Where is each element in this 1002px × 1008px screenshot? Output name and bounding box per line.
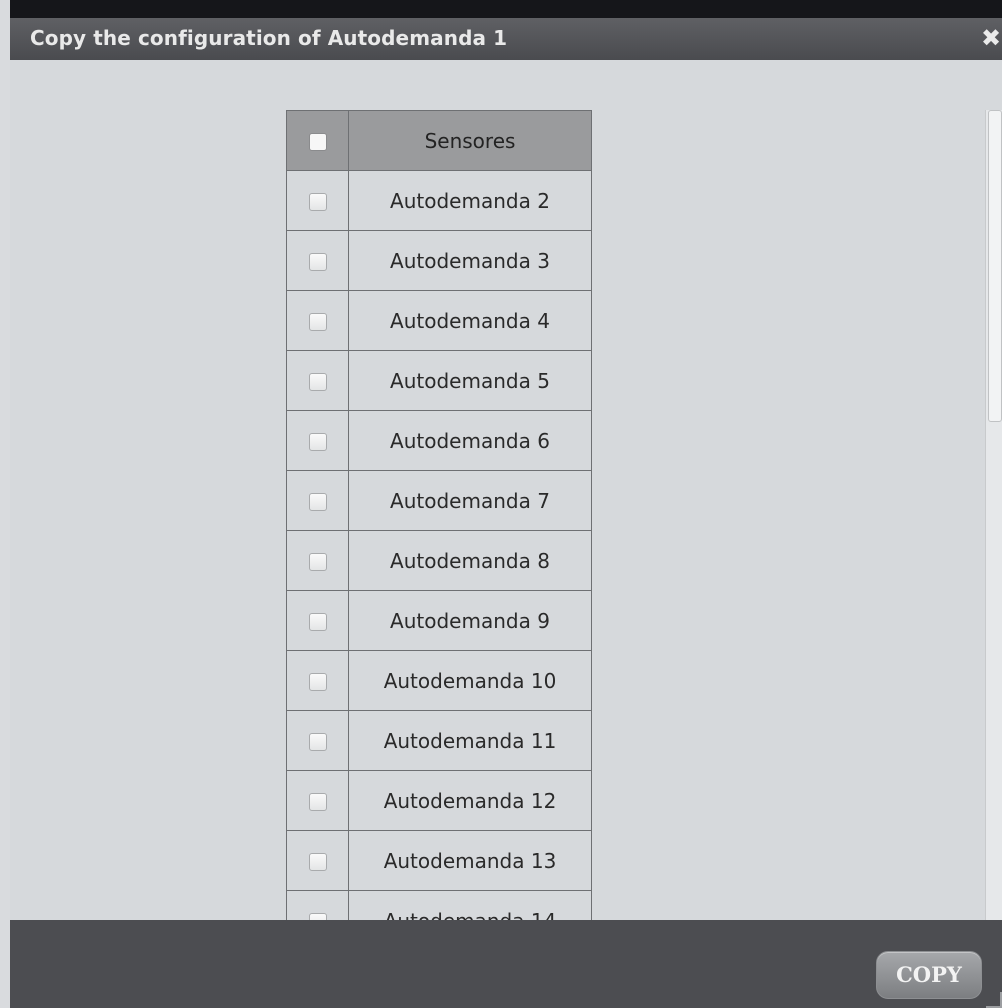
sensor-name: Autodemanda 3 xyxy=(348,230,592,291)
table-row: Autodemanda 8 xyxy=(286,530,592,591)
row-checkbox-cell xyxy=(286,350,349,411)
table-header-row: Sensores xyxy=(286,110,592,171)
dialog-title: Copy the configuration of Autodemanda 1 xyxy=(30,26,508,50)
table-row: Autodemanda 6 xyxy=(286,410,592,471)
row-checkbox[interactable] xyxy=(308,913,327,920)
sensor-name: Autodemanda 8 xyxy=(348,530,592,591)
sensor-name: Autodemanda 13 xyxy=(348,830,592,891)
row-checkbox[interactable] xyxy=(308,313,327,331)
row-checkbox[interactable] xyxy=(308,793,327,811)
row-checkbox-cell xyxy=(286,230,349,291)
table-row: Autodemanda 2 xyxy=(286,170,592,231)
scrollbar-thumb[interactable] xyxy=(988,110,1002,422)
sensor-name: Autodemanda 4 xyxy=(348,290,592,351)
sensor-name: Autodemanda 6 xyxy=(348,410,592,471)
table-row: Autodemanda 10 xyxy=(286,650,592,711)
row-checkbox-cell xyxy=(286,830,349,891)
sensors-table: Sensores Autodemanda 2 Autodemanda 3 Autod… xyxy=(286,110,592,920)
table-row: Autodemanda 5 xyxy=(286,350,592,411)
close-icon[interactable]: ✖ xyxy=(980,24,1002,52)
row-checkbox[interactable] xyxy=(308,373,327,391)
row-checkbox[interactable] xyxy=(308,193,327,211)
sensor-name: Autodemanda 10 xyxy=(348,650,592,711)
table-row: Autodemanda 13 xyxy=(286,830,592,891)
table-row: Autodemanda 11 xyxy=(286,710,592,771)
dialog-footer: COPY xyxy=(10,920,1002,1008)
sensor-name: Autodemanda 9 xyxy=(348,590,592,651)
row-checkbox[interactable] xyxy=(308,733,327,751)
row-checkbox-cell xyxy=(286,590,349,651)
row-checkbox-cell xyxy=(286,650,349,711)
row-checkbox[interactable] xyxy=(308,673,327,691)
copy-configuration-dialog: Copy the configuration of Autodemanda 1 … xyxy=(10,18,1002,1008)
table-row: Autodemanda 14 xyxy=(286,890,592,920)
resize-handle[interactable] xyxy=(986,992,1002,1008)
sensor-name: Autodemanda 5 xyxy=(348,350,592,411)
row-checkbox-cell xyxy=(286,770,349,831)
dialog-titlebar[interactable]: Copy the configuration of Autodemanda 1 … xyxy=(10,18,1002,60)
row-checkbox-cell xyxy=(286,170,349,231)
table-row: Autodemanda 12 xyxy=(286,770,592,831)
background-page-edge xyxy=(0,0,10,1008)
select-all-checkbox[interactable] xyxy=(308,133,327,151)
table-row: Autodemanda 3 xyxy=(286,230,592,291)
sensor-name: Autodemanda 11 xyxy=(348,710,592,771)
row-checkbox-cell xyxy=(286,710,349,771)
row-checkbox[interactable] xyxy=(308,433,327,451)
row-checkbox[interactable] xyxy=(308,613,327,631)
dialog-content: Sensores Autodemanda 2 Autodemanda 3 Autod… xyxy=(10,60,1002,920)
row-checkbox[interactable] xyxy=(308,493,327,511)
row-checkbox[interactable] xyxy=(308,553,327,571)
row-checkbox-cell xyxy=(286,290,349,351)
select-all-cell xyxy=(286,110,349,171)
table-row: Autodemanda 4 xyxy=(286,290,592,351)
table-row: Autodemanda 7 xyxy=(286,470,592,531)
sensor-name: Autodemanda 14 xyxy=(348,890,592,920)
row-checkbox[interactable] xyxy=(308,853,327,871)
row-checkbox[interactable] xyxy=(308,253,327,271)
sensor-name: Autodemanda 7 xyxy=(348,470,592,531)
table-row: Autodemanda 9 xyxy=(286,590,592,651)
sensor-name: Autodemanda 2 xyxy=(348,170,592,231)
sensors-column-header: Sensores xyxy=(348,110,592,171)
row-checkbox-cell xyxy=(286,410,349,471)
copy-button[interactable]: COPY xyxy=(876,951,982,999)
sensor-name: Autodemanda 12 xyxy=(348,770,592,831)
row-checkbox-cell xyxy=(286,530,349,591)
vertical-scrollbar[interactable] xyxy=(985,110,1002,920)
row-checkbox-cell xyxy=(286,470,349,531)
row-checkbox-cell xyxy=(286,890,349,920)
